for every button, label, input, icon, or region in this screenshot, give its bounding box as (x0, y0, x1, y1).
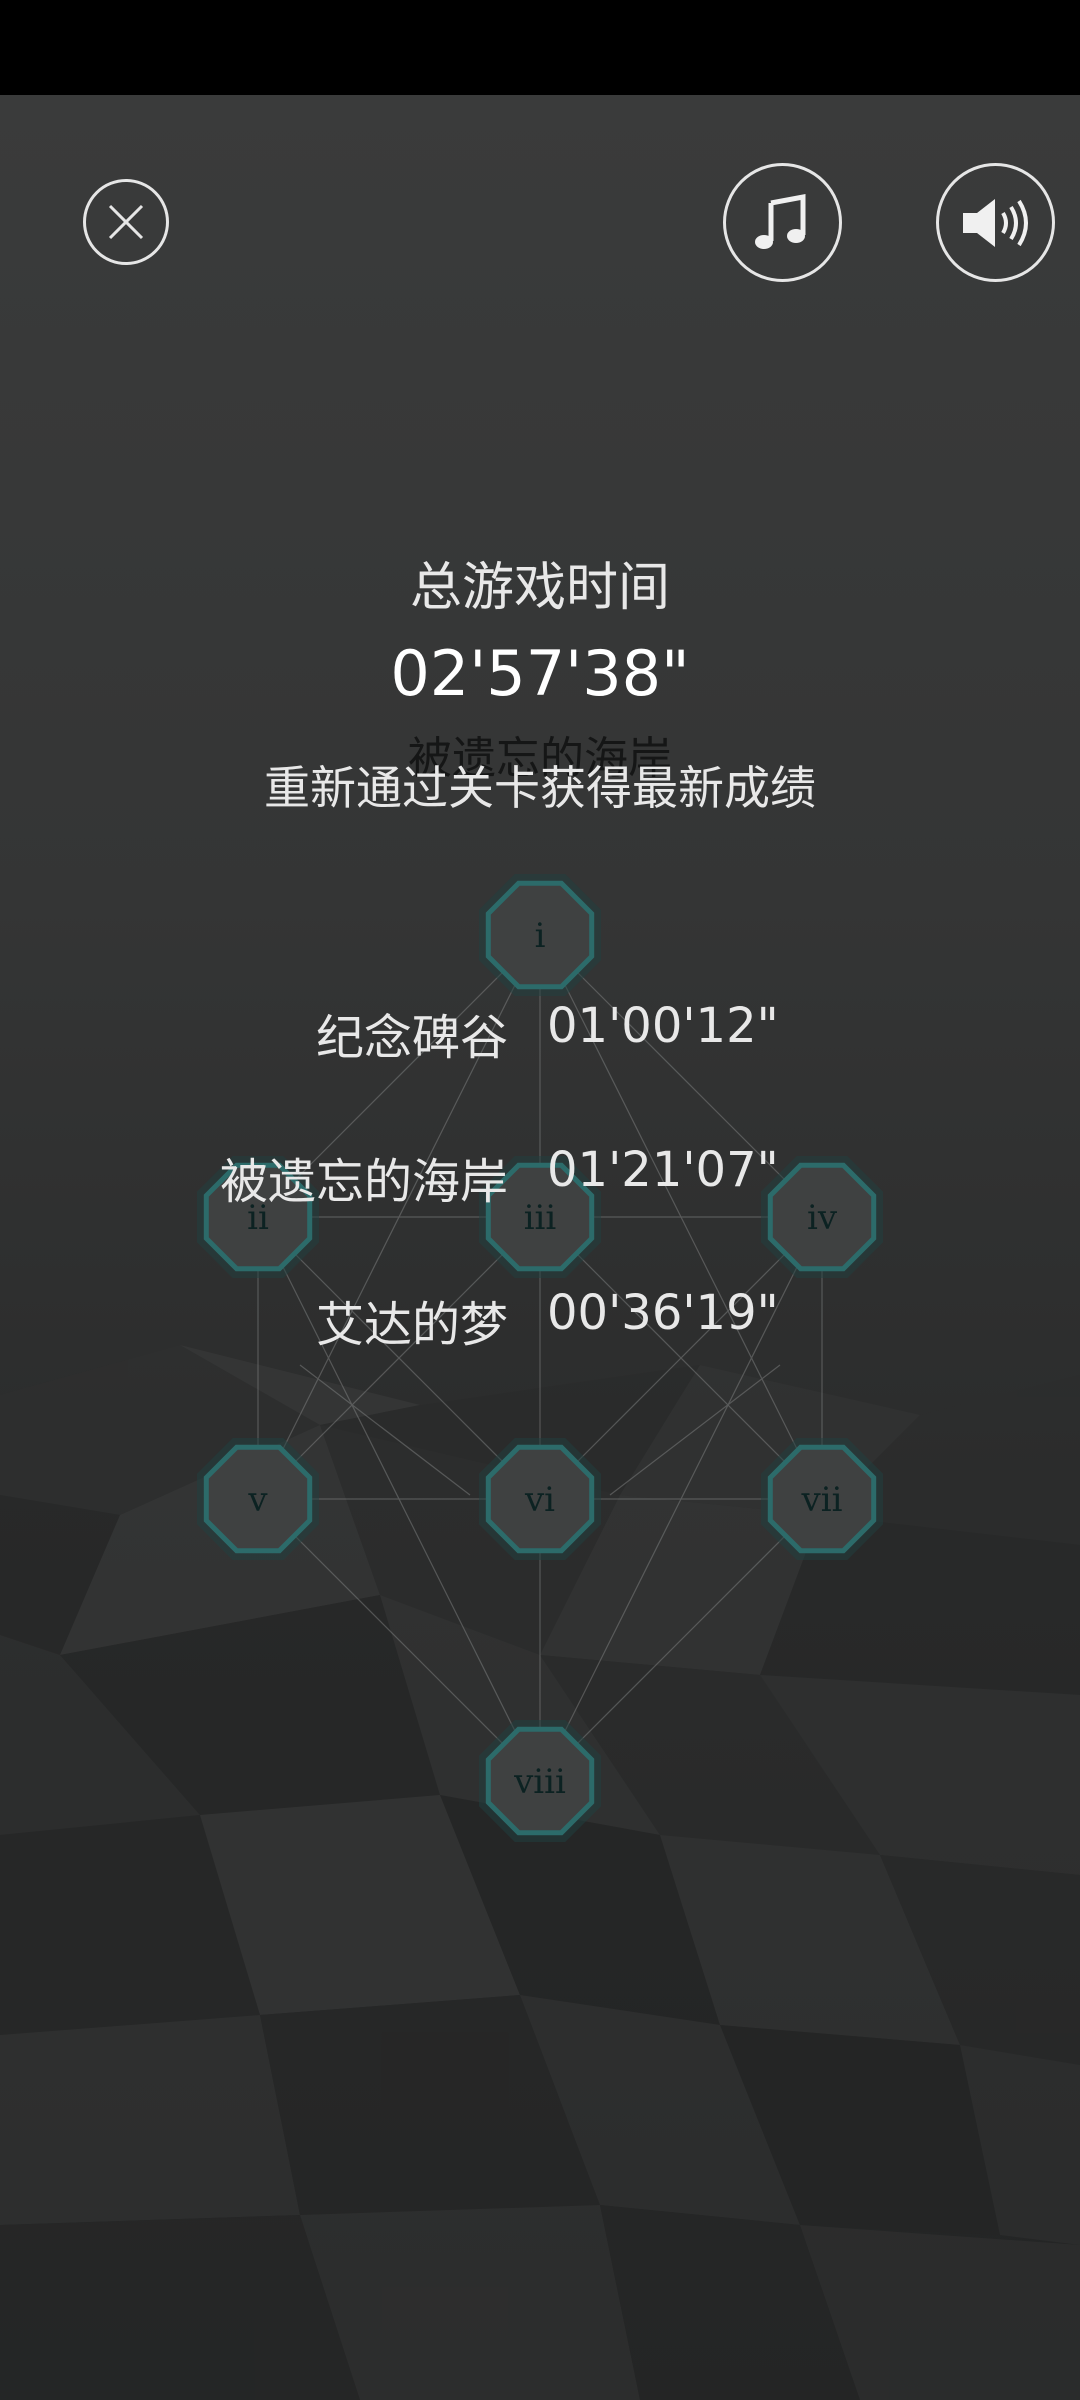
record-name: 纪念碑谷 (315, 1010, 508, 1066)
total-time-value: 02'57'38" (390, 637, 690, 710)
record-time: 01'21'07" (547, 1142, 779, 1198)
replay-hint: 重新通过关卡获得最新成绩 (264, 761, 816, 815)
speaker-volume-icon (962, 198, 1028, 247)
chapter-node-label: iv (807, 1198, 838, 1238)
record-time: 00'36'19" (547, 1285, 779, 1341)
music-button[interactable] (723, 163, 842, 282)
chapter-node-i[interactable]: i (479, 874, 601, 996)
chapter-node-iv[interactable]: iv (761, 1156, 883, 1278)
game-screen: i ii iii iv v vi vii viii 总游戏时间 02'57'38" 被遗忘的海… (0, 95, 1080, 2400)
chapter-node-label: vi (524, 1480, 555, 1520)
chapter-node-v[interactable]: v (197, 1438, 319, 1560)
close-icon (108, 204, 144, 240)
chapter-node-label: viii (513, 1762, 566, 1802)
music-note-icon (754, 193, 805, 249)
chapter-node-vii[interactable]: vii (761, 1438, 883, 1560)
chapter-node-label: v (247, 1480, 268, 1520)
chapter-node-label: vii (801, 1480, 843, 1520)
sound-button[interactable] (936, 163, 1055, 282)
record-name: 艾达的梦 (315, 1297, 508, 1353)
record-time: 01'00'12" (547, 998, 779, 1054)
chapter-node-viii[interactable]: viii (479, 1720, 601, 1842)
chapter-map: iii iii ivv vi viiviii (197, 874, 883, 1842)
total-time-label: 总游戏时间 (409, 558, 670, 618)
status-bar (0, 0, 1080, 95)
chapter-node-label: i (535, 916, 546, 956)
record-name: 被遗忘的海岸 (219, 1154, 508, 1210)
close-button[interactable] (83, 179, 169, 265)
chapter-node-label: iii (524, 1198, 557, 1238)
chapter-node-vi[interactable]: vi (479, 1438, 601, 1560)
